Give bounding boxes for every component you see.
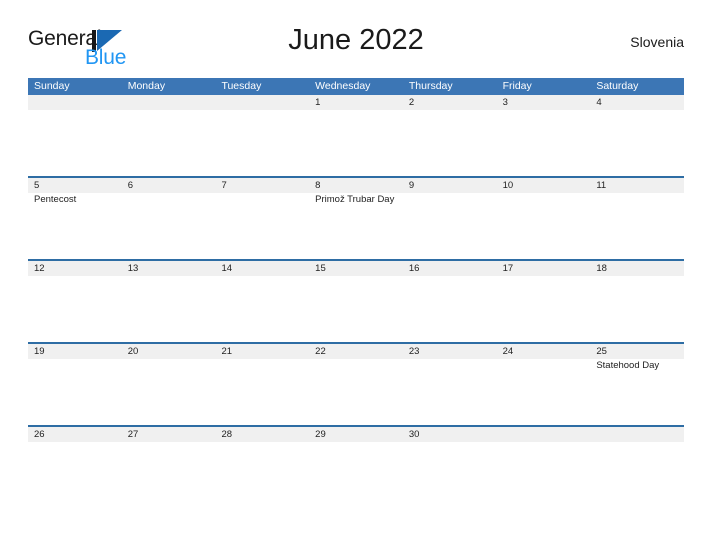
day-number[interactable]: 27 xyxy=(122,427,216,442)
day-event[interactable] xyxy=(215,359,309,425)
week-event-band xyxy=(28,276,684,342)
day-event[interactable] xyxy=(122,110,216,176)
week-date-band: 26 27 28 29 30 xyxy=(28,427,684,442)
day-number[interactable]: 1 xyxy=(309,95,403,110)
day-event[interactable] xyxy=(590,110,684,176)
day-number[interactable]: 9 xyxy=(403,178,497,193)
day-number[interactable] xyxy=(215,95,309,110)
day-number[interactable]: 25 xyxy=(590,344,684,359)
week-event-band: Statehood Day xyxy=(28,359,684,425)
day-event[interactable] xyxy=(403,442,497,508)
calendar-week-row: 1 2 3 4 xyxy=(28,95,684,176)
day-number[interactable]: 30 xyxy=(403,427,497,442)
day-event[interactable] xyxy=(497,359,591,425)
day-event[interactable] xyxy=(309,110,403,176)
day-event[interactable] xyxy=(403,359,497,425)
week-date-band: 5 6 7 8 9 10 11 xyxy=(28,178,684,193)
day-number[interactable]: 28 xyxy=(215,427,309,442)
day-event[interactable] xyxy=(497,110,591,176)
weekday-header-sunday: Sunday xyxy=(34,80,70,92)
week-event-band: Pentecost Primož Trubar Day xyxy=(28,193,684,259)
day-number[interactable]: 14 xyxy=(215,261,309,276)
day-event[interactable] xyxy=(28,276,122,342)
day-number[interactable]: 13 xyxy=(122,261,216,276)
week-date-band: 12 13 14 15 16 17 18 xyxy=(28,261,684,276)
day-event[interactable] xyxy=(590,276,684,342)
day-event[interactable] xyxy=(28,442,122,508)
day-number[interactable]: 17 xyxy=(497,261,591,276)
week-date-band: 19 20 21 22 23 24 25 xyxy=(28,344,684,359)
day-number[interactable]: 4 xyxy=(590,95,684,110)
calendar-week-row: 19 20 21 22 23 24 25 Statehood Day xyxy=(28,342,684,425)
day-event[interactable] xyxy=(590,193,684,259)
day-number[interactable]: 23 xyxy=(403,344,497,359)
day-number[interactable]: 19 xyxy=(28,344,122,359)
day-event[interactable] xyxy=(403,276,497,342)
day-number[interactable]: 5 xyxy=(28,178,122,193)
day-event[interactable] xyxy=(122,276,216,342)
day-event[interactable]: Statehood Day xyxy=(590,359,684,425)
weekday-header-monday: Monday xyxy=(127,80,166,92)
page-title: June 2022 xyxy=(288,24,424,56)
day-number[interactable]: 8 xyxy=(309,178,403,193)
day-number[interactable]: 18 xyxy=(590,261,684,276)
day-event[interactable] xyxy=(28,359,122,425)
week-event-band xyxy=(28,110,684,176)
day-event[interactable] xyxy=(497,276,591,342)
day-number[interactable]: 6 xyxy=(122,178,216,193)
calendar-week-row: 5 6 7 8 9 10 11 Pentecost Primož Trubar … xyxy=(28,176,684,259)
day-event[interactable]: Primož Trubar Day xyxy=(309,193,403,259)
page-header: General Blue June 2022 Slovenia xyxy=(28,24,684,72)
day-event[interactable] xyxy=(497,193,591,259)
day-number[interactable]: 2 xyxy=(403,95,497,110)
day-number[interactable]: 16 xyxy=(403,261,497,276)
day-number[interactable]: 3 xyxy=(497,95,591,110)
day-number[interactable]: 29 xyxy=(309,427,403,442)
day-number[interactable]: 12 xyxy=(28,261,122,276)
region-label: Slovenia xyxy=(630,34,684,50)
day-event[interactable] xyxy=(309,442,403,508)
day-event[interactable] xyxy=(215,110,309,176)
day-event[interactable] xyxy=(215,442,309,508)
day-event[interactable] xyxy=(309,359,403,425)
day-number[interactable]: 26 xyxy=(28,427,122,442)
day-event[interactable] xyxy=(122,359,216,425)
calendar-week-row: 12 13 14 15 16 17 18 xyxy=(28,259,684,342)
day-event[interactable] xyxy=(28,110,122,176)
day-number[interactable] xyxy=(497,427,591,442)
day-event[interactable] xyxy=(403,193,497,259)
weekday-header-friday: Friday xyxy=(502,80,532,92)
day-event[interactable] xyxy=(122,442,216,508)
week-date-band: 1 2 3 4 xyxy=(28,95,684,110)
day-number[interactable] xyxy=(590,427,684,442)
day-number[interactable]: 11 xyxy=(590,178,684,193)
day-event[interactable] xyxy=(215,193,309,259)
weekday-header-tuesday: Tuesday xyxy=(221,80,262,92)
day-event[interactable]: Pentecost xyxy=(28,193,122,259)
day-event[interactable] xyxy=(309,276,403,342)
calendar-week-row: 26 27 28 29 30 xyxy=(28,425,684,508)
day-number[interactable]: 15 xyxy=(309,261,403,276)
day-number[interactable] xyxy=(28,95,122,110)
day-number[interactable]: 10 xyxy=(497,178,591,193)
day-number[interactable] xyxy=(122,95,216,110)
day-event[interactable] xyxy=(497,442,591,508)
weekday-header-saturday: Saturday xyxy=(596,80,639,92)
day-event[interactable] xyxy=(403,110,497,176)
day-event[interactable] xyxy=(122,193,216,259)
day-number[interactable]: 20 xyxy=(122,344,216,359)
week-event-band xyxy=(28,442,684,508)
day-event[interactable] xyxy=(215,276,309,342)
day-number[interactable]: 24 xyxy=(497,344,591,359)
weekday-header-wednesday: Wednesday xyxy=(315,80,371,92)
weekday-header-thursday: Thursday xyxy=(408,80,453,92)
calendar-page: General Blue June 2022 Slovenia Sunday M… xyxy=(0,0,712,550)
day-number[interactable]: 21 xyxy=(215,344,309,359)
day-number[interactable]: 22 xyxy=(309,344,403,359)
calendar-grid: Sunday Monday Tuesday Wednesday Thursday… xyxy=(28,78,684,508)
weekday-header-row: Sunday Monday Tuesday Wednesday Thursday… xyxy=(28,78,684,95)
day-number[interactable]: 7 xyxy=(215,178,309,193)
day-event[interactable] xyxy=(590,442,684,508)
